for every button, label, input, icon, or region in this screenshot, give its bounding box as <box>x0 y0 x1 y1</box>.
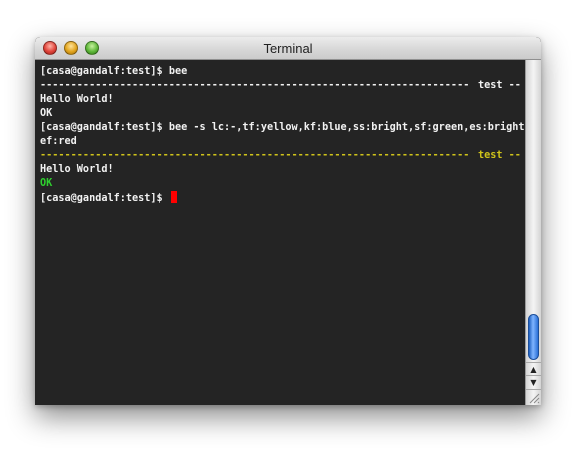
status-output: OK <box>40 178 53 189</box>
window-title: Terminal <box>263 41 313 56</box>
separator-label: test -- <box>478 150 521 161</box>
command: bee -s lc:-,tf:yellow,kf:blue,ss:bright,… <box>168 122 525 133</box>
scroll-down-arrow-icon[interactable]: ▼ <box>526 375 541 388</box>
prompt: [casa@gandalf:test]$ <box>40 122 169 133</box>
separator-line: ----------------------------------------… <box>40 149 525 163</box>
separator-dashes: ----------------------------------------… <box>40 150 470 161</box>
output-line: Hello World! <box>40 94 114 105</box>
prompt: [casa@gandalf:test]$ <box>40 193 169 204</box>
resize-grip-icon[interactable] <box>526 389 541 405</box>
separator-line: ----------------------------------------… <box>40 79 525 93</box>
separator-dashes: ----------------------------------------… <box>40 80 470 91</box>
scroll-up-arrow-icon[interactable]: ▲ <box>526 362 541 375</box>
command: bee <box>168 66 188 77</box>
terminal-line: [casa@gandalf:test]$ <box>40 191 525 205</box>
terminal-line: [casa@gandalf:test]$ bee -s lc:-,tf:yell… <box>40 121 525 135</box>
terminal-line: [casa@gandalf:test]$ bee <box>40 65 525 79</box>
cursor <box>170 191 177 203</box>
scrollbar-thumb[interactable] <box>528 314 539 360</box>
command-continuation: ef:red <box>40 136 77 147</box>
vertical-scrollbar[interactable]: ▲ ▼ <box>525 60 541 405</box>
terminal-window: Terminal [casa@gandalf:test]$ bee ------… <box>35 37 541 405</box>
separator-label: test -- <box>478 80 521 91</box>
terminal-content[interactable]: [casa@gandalf:test]$ bee ---------------… <box>35 60 525 405</box>
status-output: OK <box>40 108 53 119</box>
output-line: Hello World! <box>40 164 114 175</box>
title-bar[interactable]: Terminal <box>35 37 541 60</box>
prompt: [casa@gandalf:test]$ <box>40 66 169 77</box>
